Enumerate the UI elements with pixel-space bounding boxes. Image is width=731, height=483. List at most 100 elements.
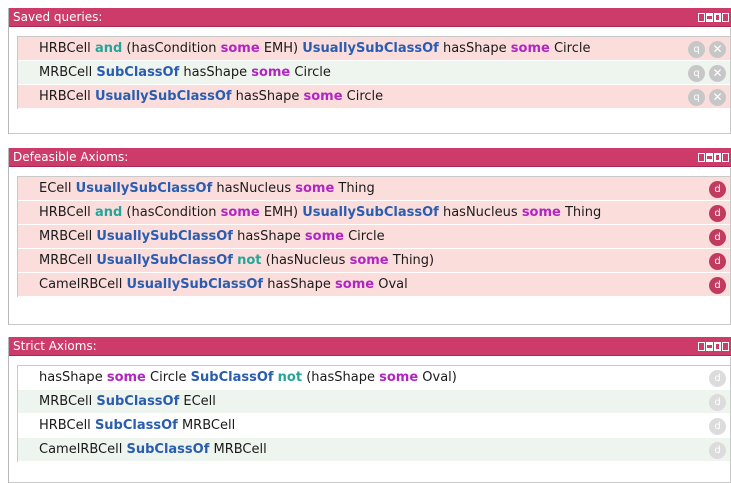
row-actions: q ✕	[688, 65, 726, 82]
axiom-list: HRBCell and (hasCondition some EMH) Usua…	[17, 36, 730, 109]
panel-close-icon[interactable]	[722, 13, 729, 22]
query-icon[interactable]: q	[688, 89, 705, 106]
axiom-row[interactable]: ECell UsuallySubClassOf hasNucleus some …	[18, 177, 730, 201]
panel-maximize-icon[interactable]	[714, 153, 721, 162]
defeasible-icon[interactable]: d	[709, 181, 726, 198]
defeasible-icon[interactable]: d	[709, 442, 726, 459]
panel-controls	[698, 342, 729, 351]
axiom-term: HRBCell	[39, 205, 95, 220]
panel-pin-icon[interactable]	[698, 342, 705, 351]
keyword-relation: UsuallySubClassOf	[302, 41, 439, 56]
axiom-text: HRBCell SubClassOf MRBCell	[39, 418, 235, 433]
axiom-row[interactable]: MRBCell UsuallySubClassOf hasShape some …	[18, 225, 730, 249]
query-icon[interactable]: q	[688, 65, 705, 82]
axiom-term: (hasCondition	[122, 41, 221, 56]
axiom-term: ECell	[179, 394, 216, 409]
axiom-term: Oval)	[418, 370, 457, 385]
panel-close-icon[interactable]	[722, 153, 729, 162]
panel-body: hasShape some Circle SubClassOf not (has…	[9, 357, 731, 483]
row-actions: d	[709, 229, 726, 246]
axiom-row[interactable]: MRBCell UsuallySubClassOf not (hasNucleu…	[18, 249, 730, 273]
axiom-row[interactable]: HRBCell and (hasCondition some EMH) Usua…	[18, 37, 730, 61]
panel-maximize-icon[interactable]	[714, 342, 721, 351]
axiom-term: CamelRBCell	[39, 442, 127, 457]
panel-header: Defeasible Axioms:	[9, 148, 731, 167]
axiom-term: Thing	[560, 205, 602, 220]
keyword-relation: UsuallySubClassOf	[126, 277, 264, 292]
axiom-text: HRBCell and (hasCondition some EMH) Usua…	[39, 205, 601, 220]
row-actions: d	[709, 205, 726, 222]
delete-icon[interactable]: ✕	[709, 41, 726, 58]
axiom-term: Circle	[549, 41, 591, 56]
axiom-term: (hasNucleus	[261, 253, 350, 268]
panel-minimize-icon[interactable]	[706, 342, 713, 351]
keyword-relation: UsuallySubClassOf	[96, 229, 233, 244]
keyword-not: not	[277, 370, 303, 385]
axiom-term: Circle	[342, 89, 384, 104]
axiom-term: Circle	[290, 65, 331, 80]
axiom-row[interactable]: HRBCell SubClassOf MRBCell d	[18, 414, 730, 438]
axiom-list: ECell UsuallySubClassOf hasNucleus some …	[17, 176, 730, 297]
axiom-row[interactable]: MRBCell SubClassOf hasShape some Circle q…	[18, 61, 730, 85]
keyword-some: some	[510, 41, 550, 56]
axiom-term: Circle	[343, 229, 385, 244]
keyword-relation: UsuallySubClassOf	[302, 205, 439, 220]
defeasible-icon[interactable]: d	[709, 394, 726, 411]
delete-icon[interactable]: ✕	[709, 65, 726, 82]
axiom-text: ECell UsuallySubClassOf hasNucleus some …	[39, 181, 375, 196]
axiom-term: hasNucleus	[212, 181, 296, 196]
axiom-term: hasShape	[232, 229, 305, 244]
axiom-term: Thing)	[388, 253, 435, 268]
defeasible-icon[interactable]: d	[709, 205, 726, 222]
defeasible-icon[interactable]: d	[709, 277, 726, 294]
axiom-text: CamelRBCell SubClassOf MRBCell	[39, 442, 267, 457]
axiom-row[interactable]: hasShape some Circle SubClassOf not (has…	[18, 366, 730, 390]
keyword-relation: UsuallySubClassOf	[94, 89, 232, 104]
row-actions: d	[709, 181, 726, 198]
panel-minimize-icon[interactable]	[706, 13, 713, 22]
panel-close-icon[interactable]	[722, 342, 729, 351]
axiom-term: CamelRBCell	[39, 277, 127, 292]
axiom-term: MRBCell	[39, 65, 97, 80]
keyword-relation: UsuallySubClassOf	[96, 253, 233, 268]
panel-body: ECell UsuallySubClassOf hasNucleus some …	[9, 168, 731, 325]
defeasible-icon[interactable]: d	[709, 253, 726, 270]
axiom-term: (hasShape	[302, 370, 380, 385]
panel-pin-icon[interactable]	[698, 153, 705, 162]
keyword-some: some	[304, 229, 344, 244]
panel-controls	[698, 13, 729, 22]
row-actions: d	[709, 418, 726, 435]
panel-minimize-icon[interactable]	[706, 153, 713, 162]
panel-header: Strict Axioms:	[9, 337, 731, 356]
query-icon[interactable]: q	[688, 41, 705, 58]
axiom-term: MRBCell	[209, 442, 267, 457]
axiom-term: MRBCell	[177, 418, 236, 433]
defeasible-icon[interactable]: d	[709, 370, 726, 387]
defeasible-icon[interactable]: d	[709, 229, 726, 246]
keyword-and: and	[94, 205, 123, 220]
delete-icon[interactable]: ✕	[709, 89, 726, 106]
panel-title: Defeasible Axioms:	[13, 150, 129, 164]
axiom-term: hasShape	[39, 370, 107, 385]
axiom-row[interactable]: CamelRBCell UsuallySubClassOf hasShape s…	[18, 273, 730, 297]
axiom-term: Oval	[374, 277, 408, 292]
axiom-row[interactable]: HRBCell and (hasCondition some EMH) Usua…	[18, 201, 730, 225]
row-actions: d	[709, 277, 726, 294]
axiom-term: HRBCell	[39, 41, 95, 56]
panel-title: Saved queries:	[13, 10, 103, 24]
axiom-text: CamelRBCell UsuallySubClassOf hasShape s…	[39, 277, 408, 292]
panel-pin-icon[interactable]	[698, 13, 705, 22]
keyword-some: some	[251, 65, 291, 80]
axiom-term: HRBCell	[39, 89, 95, 104]
axiom-row[interactable]: CamelRBCell SubClassOf MRBCell d	[18, 438, 730, 462]
axiom-term: MRBCell	[39, 394, 97, 409]
panel-body: HRBCell and (hasCondition some EMH) Usua…	[9, 28, 731, 134]
axiom-row[interactable]: MRBCell SubClassOf ECell d	[18, 390, 730, 414]
axiom-text: MRBCell SubClassOf hasShape some Circle	[39, 65, 331, 80]
axiom-text: HRBCell UsuallySubClassOf hasShape some …	[39, 89, 383, 104]
panel-maximize-icon[interactable]	[714, 13, 721, 22]
defeasible-icon[interactable]: d	[709, 418, 726, 435]
axiom-text: hasShape some Circle SubClassOf not (has…	[39, 370, 457, 385]
axiom-row[interactable]: HRBCell UsuallySubClassOf hasShape some …	[18, 85, 730, 109]
axiom-term: hasShape	[231, 89, 304, 104]
